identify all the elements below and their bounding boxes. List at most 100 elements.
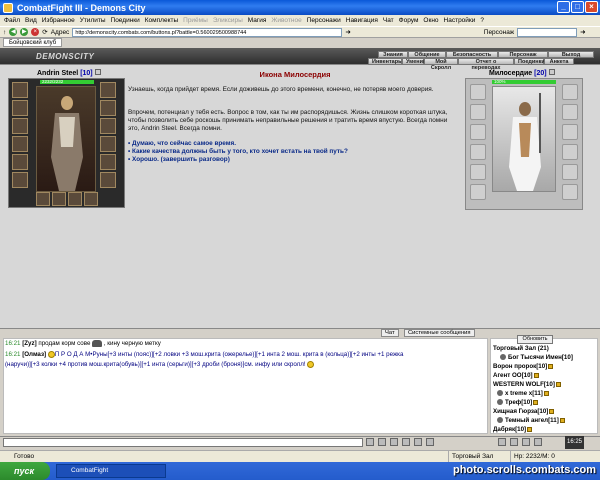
npc-leggings-slot[interactable] bbox=[562, 164, 578, 180]
send-icon[interactable] bbox=[366, 438, 374, 446]
nav-transfer-report[interactable]: Отчет о переводах bbox=[458, 58, 514, 71]
nav-my-scroll[interactable]: Мой Скролл bbox=[424, 58, 458, 71]
menu-navigation[interactable]: Навигация bbox=[346, 17, 378, 24]
npc-shield-slot[interactable] bbox=[562, 144, 578, 160]
menu-file[interactable]: Файл bbox=[4, 17, 20, 24]
menu-view[interactable]: Вид bbox=[25, 17, 37, 24]
info-icon[interactable] bbox=[94, 69, 101, 75]
npc-armor-slot[interactable] bbox=[470, 144, 486, 160]
menu-battles[interactable]: Поединки bbox=[111, 17, 140, 24]
refresh-icon[interactable]: ⟳ bbox=[42, 28, 47, 36]
filter-icon[interactable] bbox=[402, 438, 410, 446]
info-icon[interactable] bbox=[533, 399, 539, 405]
dialog-option-end[interactable]: • Хорошо. (завершить разговор) bbox=[128, 156, 230, 163]
tab-system-messages[interactable]: Системные сообщения bbox=[404, 329, 475, 337]
menu-utilities[interactable]: Утилиты bbox=[80, 17, 106, 24]
online-user[interactable]: Хищная Гюрза[10] bbox=[493, 408, 555, 415]
npc-boots-slot[interactable] bbox=[562, 184, 578, 200]
npc-name[interactable]: Милосердие bbox=[489, 70, 532, 77]
chat-time[interactable]: 16:21 bbox=[5, 340, 20, 347]
player-name[interactable]: Andrin Steel bbox=[37, 70, 78, 77]
menu-chat[interactable]: Чат bbox=[383, 17, 394, 24]
character-search-input[interactable] bbox=[517, 27, 578, 37]
smiles-icon[interactable] bbox=[390, 438, 398, 446]
shield-slot[interactable] bbox=[100, 136, 116, 152]
menu-window[interactable]: Окно bbox=[423, 17, 438, 24]
npc-ring-slot[interactable] bbox=[562, 104, 578, 120]
nav-skills[interactable]: Умения bbox=[402, 58, 426, 65]
sound-icon[interactable] bbox=[498, 438, 506, 446]
online-user[interactable]: Бог Тысячи Имен[10] bbox=[500, 354, 573, 361]
close-button[interactable]: × bbox=[585, 1, 598, 13]
dialog-option-now[interactable]: • Думаю, что сейчас самое время. bbox=[128, 140, 236, 147]
start-button[interactable]: пуск bbox=[0, 462, 50, 480]
weapon-slot[interactable] bbox=[12, 118, 28, 134]
belt-item-slot-3[interactable] bbox=[68, 192, 82, 206]
menu-magic[interactable]: Магия bbox=[248, 17, 267, 24]
tab-chat[interactable]: Чат bbox=[381, 329, 399, 337]
translit-icon[interactable] bbox=[414, 438, 422, 446]
info-icon[interactable] bbox=[555, 381, 561, 387]
dialog-option-qualities[interactable]: • Какие качества должны быть у того, кто… bbox=[128, 148, 348, 155]
info-icon[interactable] bbox=[533, 372, 539, 378]
info-icon[interactable] bbox=[543, 390, 549, 396]
amulet-slot[interactable] bbox=[12, 100, 28, 116]
menu-forum[interactable]: Форум bbox=[399, 17, 419, 24]
leggings-slot[interactable] bbox=[100, 154, 116, 170]
clear-icon[interactable] bbox=[378, 438, 386, 446]
npc-avatar[interactable] bbox=[492, 86, 556, 192]
menu-characters[interactable]: Персонажи bbox=[307, 17, 341, 24]
nav-profile[interactable]: Анкета bbox=[544, 58, 574, 65]
npc-gloves-slot[interactable] bbox=[562, 124, 578, 140]
belt-item-slot-2[interactable] bbox=[52, 192, 66, 206]
npc-bracers-slot[interactable] bbox=[470, 184, 486, 200]
taskbar-window-button[interactable]: CombatFight bbox=[56, 464, 166, 478]
nav-inventory[interactable]: Инвентарь bbox=[368, 58, 402, 65]
belt-slot[interactable] bbox=[12, 154, 28, 170]
belt-item-slot-4[interactable] bbox=[84, 192, 98, 206]
nav-exit[interactable]: Выход bbox=[548, 51, 594, 58]
online-user[interactable]: Темный ангел[11] bbox=[497, 417, 565, 424]
npc-info-icon[interactable] bbox=[548, 69, 555, 75]
player-avatar[interactable] bbox=[36, 86, 96, 192]
exit-icon[interactable] bbox=[534, 438, 542, 446]
info-icon[interactable] bbox=[527, 426, 533, 432]
nav-communication[interactable]: Общение bbox=[408, 51, 446, 58]
armor-slot[interactable] bbox=[12, 136, 28, 152]
nav-knowledge[interactable]: Знания bbox=[378, 51, 408, 58]
chat-nick[interactable]: [Олмаз] bbox=[22, 351, 46, 358]
online-user[interactable]: Ворон пророк[10] bbox=[493, 363, 554, 370]
gloves-slot[interactable] bbox=[100, 118, 116, 134]
earrings-slot[interactable] bbox=[100, 82, 116, 98]
info-icon[interactable] bbox=[559, 417, 565, 423]
online-user[interactable]: Дабряк[10] bbox=[493, 426, 533, 433]
npc-weapon-slot[interactable] bbox=[470, 124, 486, 140]
up-arrow-icon[interactable]: ↑ bbox=[3, 29, 6, 36]
back-button[interactable]: ◀ bbox=[9, 28, 18, 36]
bracers-slot[interactable] bbox=[12, 172, 28, 188]
online-user[interactable]: x treme x[11] bbox=[497, 390, 549, 397]
nav-battles[interactable]: Поединки bbox=[514, 58, 545, 65]
online-user[interactable]: WESTERN WOLF[10] bbox=[493, 381, 561, 388]
menu-help[interactable]: ? bbox=[480, 17, 484, 24]
menu-settings[interactable]: Настройки bbox=[444, 17, 476, 24]
npc-belt-slot[interactable] bbox=[470, 164, 486, 180]
search-go-icon[interactable]: ➜ bbox=[580, 28, 585, 36]
maximize-button[interactable]: □ bbox=[571, 1, 584, 13]
minimize-button[interactable]: _ bbox=[557, 1, 570, 13]
chat-time[interactable]: 16:21 bbox=[5, 351, 20, 358]
npc-helmet-slot[interactable] bbox=[470, 84, 486, 100]
forward-button[interactable]: ▶ bbox=[20, 28, 29, 36]
npc-amulet-slot[interactable] bbox=[470, 104, 486, 120]
menu-sets[interactable]: Комплекты bbox=[145, 17, 178, 24]
info-icon[interactable] bbox=[548, 363, 554, 369]
chat-nick[interactable]: [Zyz] bbox=[22, 340, 36, 347]
helmet-slot[interactable] bbox=[12, 82, 28, 98]
stop-button[interactable]: × bbox=[31, 28, 40, 36]
nav-character[interactable]: Персонаж bbox=[498, 51, 548, 58]
npc-earrings-slot[interactable] bbox=[562, 84, 578, 100]
settings-icon[interactable] bbox=[426, 438, 434, 446]
refresh-chat-icon[interactable] bbox=[522, 438, 530, 446]
tab-fight-club[interactable]: Бойцовский клуб bbox=[3, 38, 63, 47]
refresh-button[interactable]: Обновить bbox=[517, 335, 553, 344]
